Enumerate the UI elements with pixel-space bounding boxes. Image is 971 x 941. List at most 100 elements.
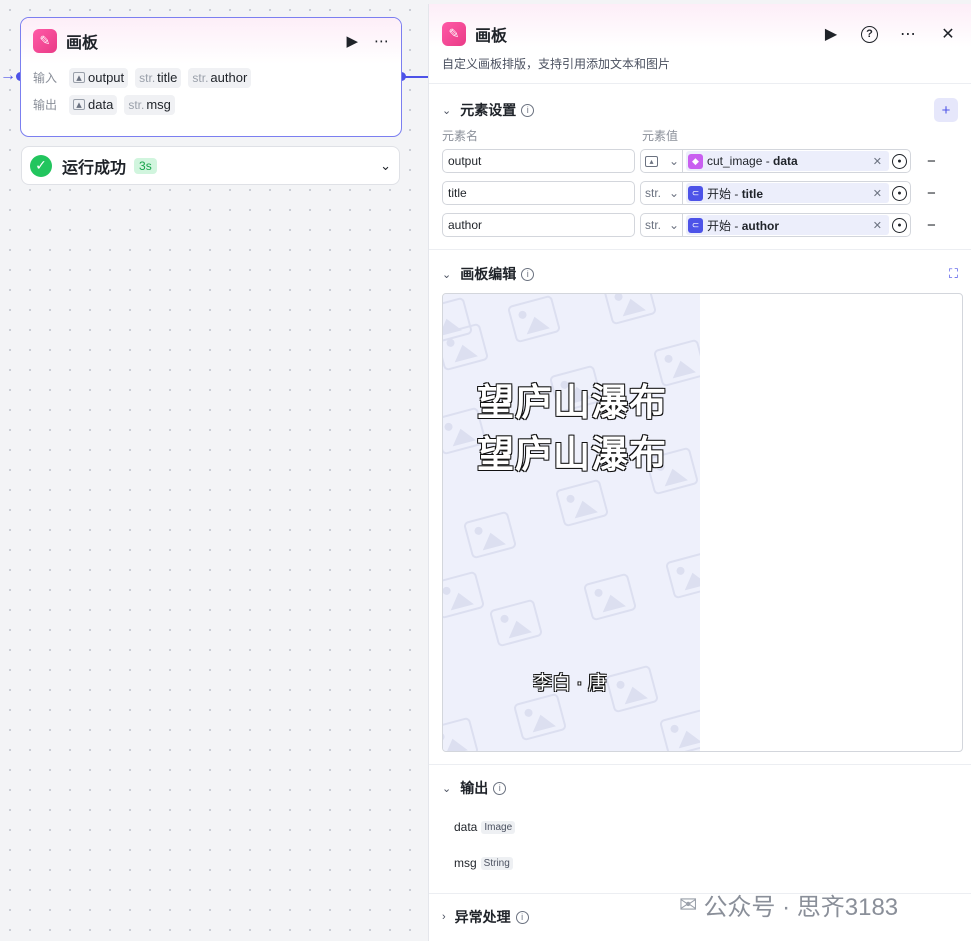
start-node-icon: ⊂ [688, 185, 703, 201]
placeholder-image-icon [658, 708, 700, 751]
element-value-ref[interactable]: ◆ cut_image - data ✕ ● [682, 149, 911, 173]
node-settings-panel: ✎ 画板 ▶ ? ⋯ ✕ 自定义画板排版，支持引用添加文本和图片 ⌄ 元素设置 … [428, 4, 971, 941]
col-name-header: 元素名 [442, 128, 479, 143]
placeholder-image-icon [443, 570, 486, 620]
watermark-text: 公众号 · 思齐3183 [703, 894, 899, 921]
clear-icon[interactable]: ✕ [873, 155, 885, 168]
element-name-input[interactable]: title [442, 181, 635, 205]
wechat-icon: ✉ [679, 891, 698, 917]
status-text: 运行成功 [62, 159, 127, 177]
image-icon: ▴ [645, 155, 658, 167]
success-check-icon: ✓ [30, 154, 52, 177]
placeholder-image-icon [664, 550, 700, 600]
fullscreen-icon[interactable]: ⛶ [949, 266, 958, 282]
help-icon[interactable]: ? [861, 25, 878, 43]
workflow-canvas[interactable]: → ✎ 画板 ▶ ⋯ 输入 ▴ output str. title str. auth… [0, 0, 429, 941]
canvas-app-icon: ✎ [33, 29, 57, 53]
outputs-label: 输出 [33, 98, 58, 112]
element-type-select[interactable]: str. ⌄ [640, 181, 682, 205]
chevron-down-icon[interactable]: ⌄ [442, 104, 451, 117]
chevron-down-icon[interactable]: ⌄ [442, 782, 451, 795]
chevron-right-icon[interactable]: › [442, 911, 446, 923]
add-element-button[interactable]: + [934, 98, 958, 122]
canvas-app-icon: ✎ [442, 22, 466, 46]
remove-element-icon[interactable]: − [927, 153, 936, 170]
board-title-text[interactable]: 望庐山瀑布 [477, 372, 667, 426]
close-icon[interactable]: ✕ [938, 24, 958, 44]
col-value-header: 元素值 [642, 128, 679, 143]
run-icon[interactable]: ▶ [346, 32, 358, 50]
elements-section-header[interactable]: ⌄ 元素设置 i + [429, 95, 971, 125]
info-icon[interactable]: i [521, 267, 535, 281]
input-chip-title: str. title [135, 67, 182, 88]
canvas-node[interactable]: ✎ 画板 ▶ ⋯ 输入 ▴ output str. title str. author… [20, 17, 402, 137]
target-icon[interactable]: ● [892, 217, 907, 233]
output-name: msg [454, 856, 477, 870]
placeholder-image-icon [582, 572, 638, 622]
duration-badge: 3s [134, 157, 157, 174]
panel-title: 画板 [475, 28, 508, 45]
clear-icon[interactable]: ✕ [873, 219, 885, 232]
placeholder-image-icon [512, 692, 568, 742]
element-type-select[interactable]: str. ⌄ [640, 213, 682, 237]
run-status-bar[interactable]: ✓ 运行成功 3s ⌄ [21, 146, 400, 185]
placeholder-image-icon [506, 294, 562, 344]
chevron-down-icon: ⌄ [668, 186, 679, 200]
element-column-headers: 元素名 元素值 [429, 125, 971, 145]
placeholder-image-icon [488, 598, 544, 648]
placeholder-image-icon [554, 478, 610, 528]
clear-icon[interactable]: ✕ [873, 187, 885, 200]
board-title-text-copy[interactable]: 望庐山瀑布 [477, 424, 667, 478]
board-canvas[interactable]: 望庐山瀑布 望庐山瀑布 李白 · 唐 [443, 294, 700, 751]
inputs-label: 输入 [33, 71, 58, 85]
element-type-select[interactable]: ▴ ⌄ [640, 149, 682, 173]
chevron-down-icon: ⌄ [668, 218, 679, 232]
board-section-header[interactable]: ⌄ 画板编辑 i ⛶ [429, 259, 971, 289]
panel-header: ✎ 画板 ▶ ? ⋯ ✕ 自定义画板排版，支持引用添加文本和图片 [429, 4, 971, 84]
node-outputs-row: 输出 ▴ data str. msg [21, 91, 401, 118]
run-icon[interactable]: ▶ [821, 24, 841, 44]
info-icon[interactable]: i [493, 781, 507, 795]
remove-element-icon[interactable]: − [927, 217, 936, 234]
placeholder-image-icon [443, 716, 480, 751]
placeholder-image-icon [602, 294, 658, 326]
more-icon[interactable]: ⋯ [898, 24, 918, 44]
board-section-title: 画板编辑 [460, 266, 517, 282]
node-inputs-row: 输入 ▴ output str. title str. author [21, 64, 401, 91]
chevron-down-icon[interactable]: ⌄ [380, 158, 391, 174]
element-row: author str. ⌄ ⊂ 开始 - author ✕ ● − [429, 209, 971, 241]
output-section-title: 输出 [460, 780, 489, 796]
info-icon[interactable]: i [521, 103, 535, 117]
element-name-input[interactable]: author [442, 213, 635, 237]
target-icon[interactable]: ● [892, 185, 907, 201]
element-value-ref[interactable]: ⊂ 开始 - title ✕ ● [682, 181, 911, 205]
output-chip-msg: str. msg [124, 94, 175, 115]
target-icon[interactable]: ● [892, 153, 907, 169]
board-editor[interactable]: 望庐山瀑布 望庐山瀑布 李白 · 唐 [442, 293, 963, 752]
output-type-tag: Image [481, 820, 516, 834]
board-author-text[interactable]: 李白 · 唐 [533, 668, 607, 695]
more-icon[interactable]: ⋯ [374, 32, 389, 50]
remove-element-icon[interactable]: − [927, 185, 936, 202]
incoming-edge-arrow-icon: → [0, 67, 16, 84]
output-chip-data: ▴ data [69, 94, 118, 115]
chevron-down-icon: ⌄ [668, 154, 679, 168]
image-icon: ▴ [73, 99, 85, 111]
element-value-ref[interactable]: ⊂ 开始 - author ✕ ● [682, 213, 911, 237]
cube-icon: ◆ [688, 153, 703, 169]
elements-section-title: 元素设置 [460, 102, 517, 118]
output-section-header[interactable]: ⌄ 输出 i [429, 773, 971, 803]
element-row: title str. ⌄ ⊂ 开始 - title ✕ ● − [429, 177, 971, 209]
output-name: data [454, 820, 478, 834]
element-row: output ▴ ⌄ ◆ cut_image - data ✕ ● − [429, 145, 971, 177]
exception-section-title: 异常处理 [454, 909, 511, 925]
placeholder-image-icon [462, 510, 518, 560]
watermark: ✉ 公众号 · 思齐3183 [679, 887, 898, 922]
chevron-down-icon[interactable]: ⌄ [442, 268, 451, 281]
input-chip-author: str. author [188, 67, 252, 88]
node-header: ✎ 画板 ▶ ⋯ [21, 18, 401, 64]
element-name-input[interactable]: output [442, 149, 635, 173]
info-icon[interactable]: i [515, 910, 529, 924]
placeholder-image-icon [604, 664, 660, 714]
input-chip-output: ▴ output [69, 67, 129, 88]
